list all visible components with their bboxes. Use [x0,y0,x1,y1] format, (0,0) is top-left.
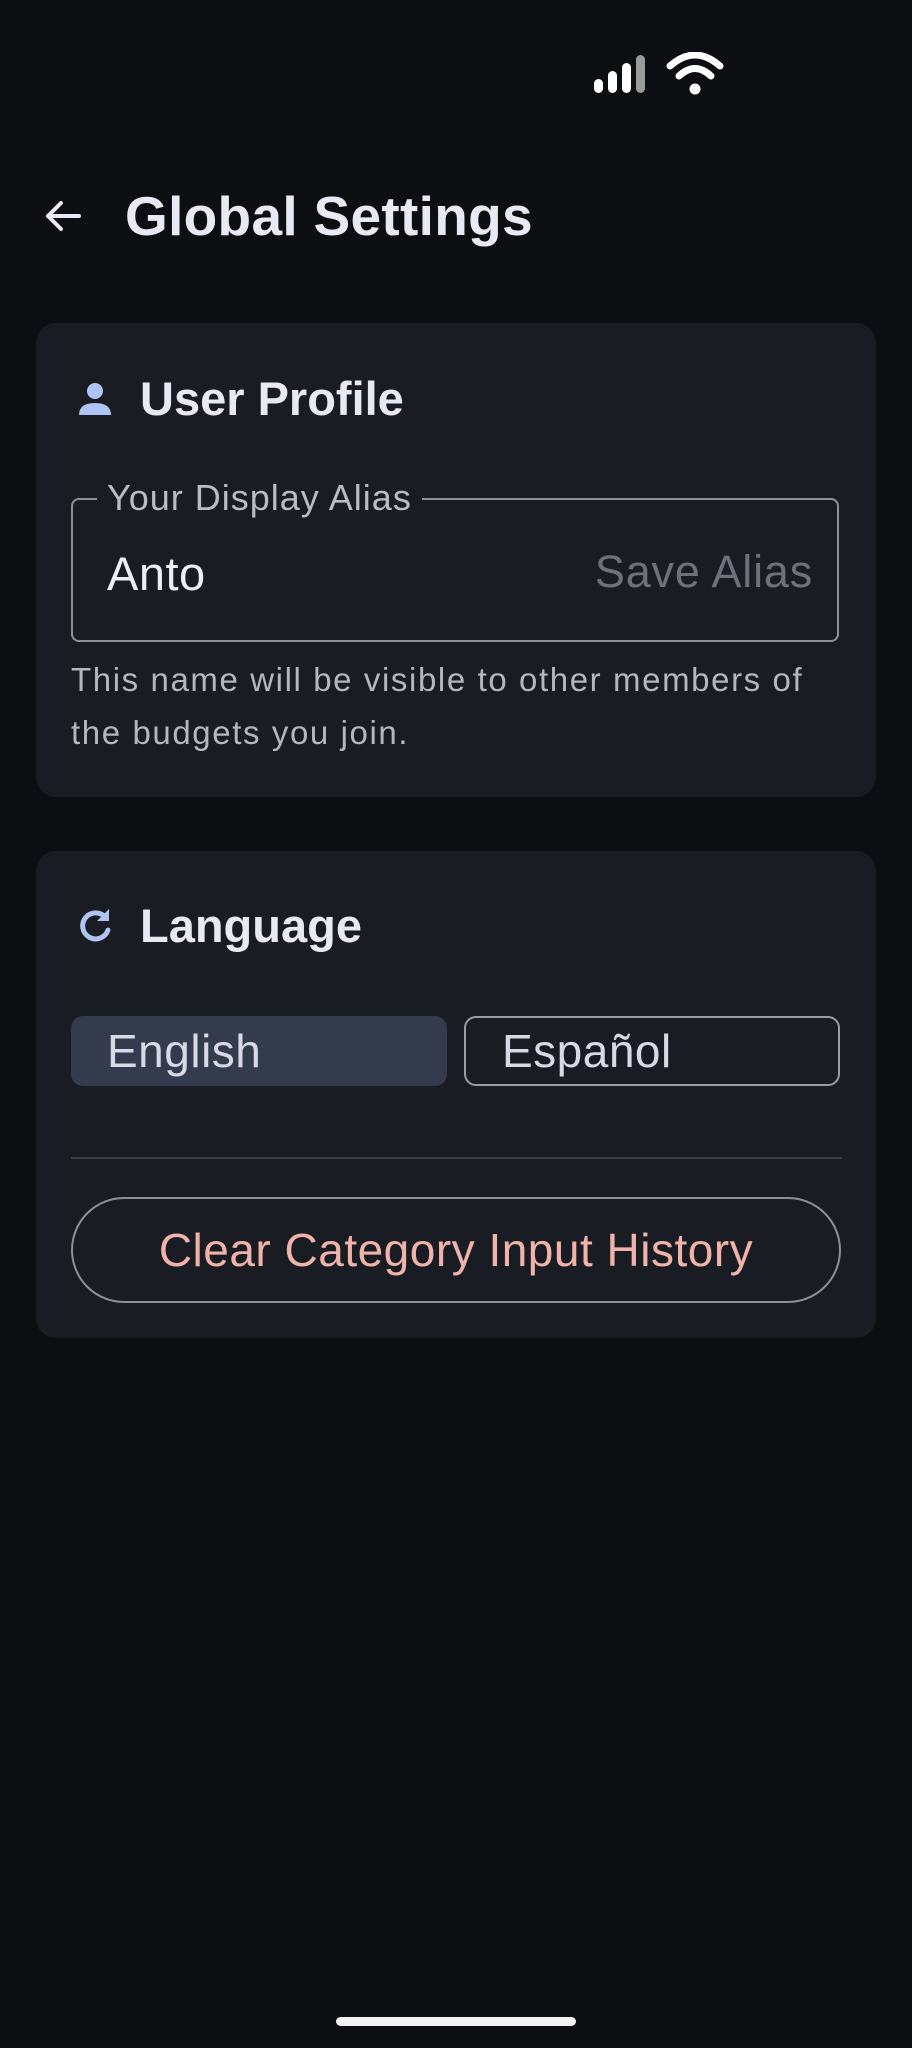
user-profile-title: User Profile [140,372,404,425]
language-card: Language English Español Clear Category … [36,851,876,1338]
arrow-left-icon [46,201,81,231]
home-indicator[interactable] [336,2017,576,2026]
refresh-icon [72,903,118,949]
user-profile-header: User Profile [72,369,404,429]
page-title: Global Settings [125,185,533,247]
alias-helper-text: This name will be visible to other membe… [71,661,804,751]
clear-category-history-button[interactable]: Clear Category Input History [71,1197,841,1303]
save-alias-button[interactable]: Save Alias [595,540,813,604]
cellular-signal-icon [594,55,645,93]
person-icon [72,376,118,422]
top-app-bar: Global Settings [0,180,912,250]
user-profile-card: User Profile Your Display Alias Save Ali… [36,323,876,797]
language-option-espanol[interactable]: Español [464,1016,840,1086]
display-alias-input[interactable] [107,544,567,602]
wifi-icon [666,52,724,95]
language-title: Language [140,899,362,952]
status-bar [0,50,912,100]
language-header: Language [72,896,362,956]
display-alias-field: Your Display Alias Save Alias [71,476,839,642]
divider [71,1157,842,1159]
display-alias-label: Your Display Alias [97,476,422,520]
language-selector: English Español [71,1016,841,1086]
back-button[interactable] [30,188,96,244]
language-option-english[interactable]: English [71,1016,447,1086]
